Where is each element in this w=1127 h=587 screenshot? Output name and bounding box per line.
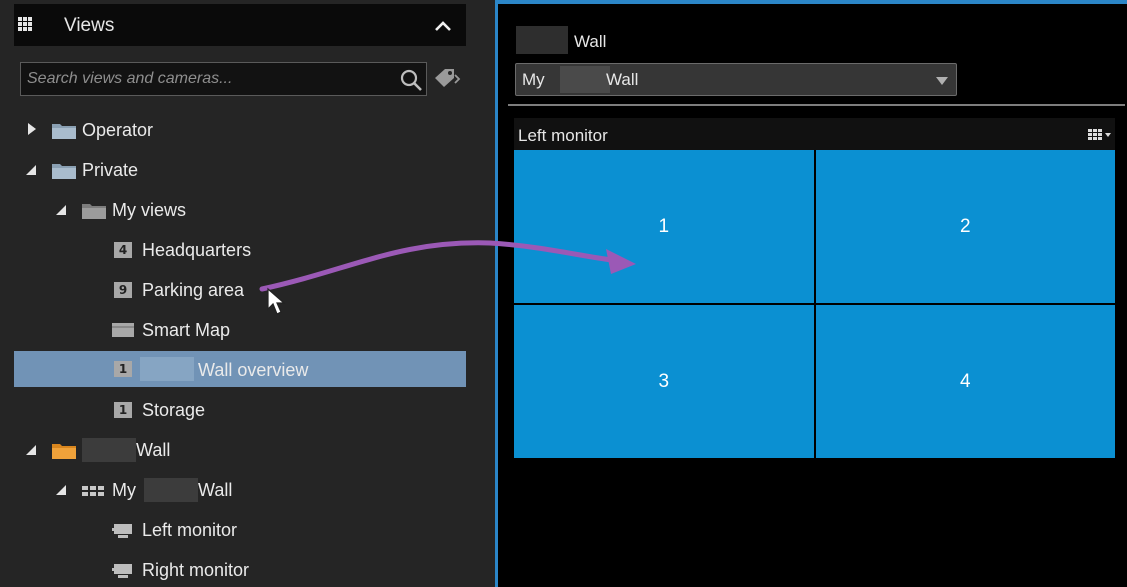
views-grid-icon — [18, 17, 32, 31]
tree-item-label: Wall overview — [198, 360, 309, 380]
folder-icon — [52, 124, 76, 139]
view-count-badge: 1 — [114, 402, 132, 418]
folder-icon — [82, 204, 106, 219]
redacted-text — [516, 26, 568, 54]
view-tile-4[interactable]: 4 — [815, 305, 1115, 458]
search-input[interactable] — [27, 69, 387, 89]
redacted-text — [140, 357, 194, 381]
search-box — [20, 62, 427, 96]
tree-item-parking-area[interactable]: 9 Parking area — [14, 273, 466, 307]
view-count-badge: 4 — [114, 242, 132, 258]
mouse-cursor-icon — [267, 287, 286, 315]
tree-item-my-views[interactable]: My views — [14, 193, 466, 227]
tree-item-left-monitor[interactable]: Left monitor — [14, 513, 466, 547]
tree-item-smart-map[interactable]: Smart Map — [14, 313, 466, 347]
views-header[interactable]: Views — [14, 4, 466, 46]
redacted-text — [144, 478, 198, 502]
tree-item-label-prefix: My — [112, 480, 136, 500]
collapse-arrow-icon[interactable] — [56, 205, 66, 215]
tree-item-label: Right monitor — [142, 560, 250, 580]
tree-item-label: Operator — [82, 120, 154, 140]
view-tile-3[interactable]: 3 — [514, 305, 814, 458]
tree-item-label: Private — [82, 160, 139, 180]
collapse-arrow-icon[interactable] — [26, 165, 36, 175]
view-tile-1[interactable]: 1 — [514, 150, 814, 303]
tree-item-label: My views — [112, 200, 187, 220]
collapse-arrow-icon[interactable] — [26, 445, 36, 455]
tree-item-my-wall[interactable]: My Wall — [14, 473, 466, 507]
redacted-text — [82, 438, 136, 462]
tree-item-operator[interactable]: Operator — [14, 113, 466, 147]
view-count-badge: 9 — [114, 282, 132, 298]
monitor-icon — [112, 524, 132, 538]
views-pane: Views Operator Private — [0, 0, 495, 587]
tree-item-headquarters[interactable]: 4 Headquarters — [14, 233, 466, 267]
wall-label: Wall — [574, 32, 607, 51]
folder-icon — [52, 164, 76, 179]
view-count-badge: 1 — [114, 361, 132, 377]
tag-filter-icon[interactable] — [432, 66, 462, 92]
chevron-down-icon — [936, 77, 948, 85]
monitor-header: Left monitor — [514, 118, 1115, 150]
dropdown-value-prefix: My — [522, 70, 545, 89]
monitor-layout-grid: 1 2 3 4 — [514, 150, 1115, 458]
tree-item-right-monitor[interactable]: Right monitor — [14, 553, 466, 587]
expand-arrow-icon[interactable] — [28, 123, 36, 135]
smart-wall-dropdown[interactable]: My Wall — [515, 63, 957, 96]
tree-item-label: Parking area — [142, 280, 245, 300]
search-icon[interactable] — [399, 68, 423, 92]
dropdown-value: Wall — [606, 70, 639, 89]
collapse-arrow-icon[interactable] — [56, 485, 66, 495]
views-title: Views — [64, 15, 115, 36]
video-wall-icon — [82, 486, 104, 496]
smart-map-icon — [112, 323, 134, 337]
monitor-icon — [112, 564, 132, 578]
tree-item-label: Smart Map — [142, 320, 231, 340]
folder-icon — [52, 444, 76, 459]
tree-item-wall-overview[interactable]: 1 Wall overview — [14, 351, 466, 387]
tree-item-wall-group[interactable]: Wall — [14, 433, 466, 467]
tree-item-storage[interactable]: 1 Storage — [14, 393, 466, 427]
chevron-up-icon[interactable] — [432, 16, 454, 36]
divider — [508, 104, 1125, 106]
tree-item-label: Wall — [136, 440, 171, 460]
smart-wall-pane: Wall My Wall Left monitor 1 2 3 4 — [498, 4, 1127, 587]
tree-item-label: Wall — [198, 480, 233, 500]
redacted-text — [560, 66, 610, 93]
tree-item-label: Headquarters — [142, 240, 252, 260]
view-tile-2[interactable]: 2 — [815, 150, 1115, 303]
tree-item-label: Left monitor — [142, 520, 238, 540]
layout-menu-icon[interactable] — [1088, 129, 1112, 140]
monitor-title: Left monitor — [518, 126, 608, 145]
tree-item-private[interactable]: Private — [14, 153, 466, 187]
tree-item-label: Storage — [142, 400, 206, 420]
